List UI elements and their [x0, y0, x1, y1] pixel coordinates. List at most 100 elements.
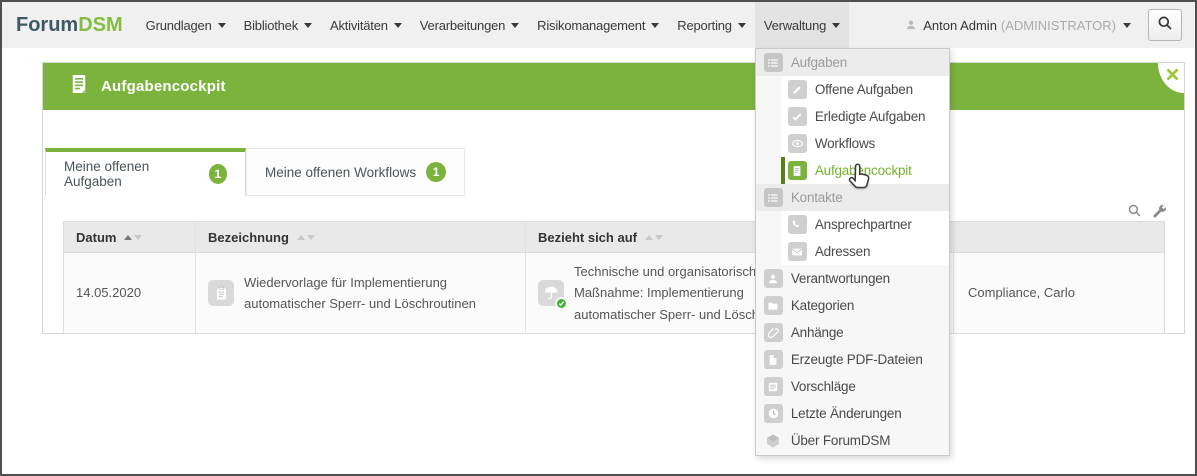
menu-item-kategorien[interactable]: Kategorien: [756, 292, 949, 319]
menu-item-offene-aufgaben[interactable]: Offene Aufgaben: [781, 76, 949, 103]
column-header-label: Datum: [76, 230, 116, 245]
menu-item-ueber-forumdsm[interactable]: Über ForumDSM: [756, 427, 949, 454]
top-navbar: ForumDSM Grundlagen Bibliothek Aktivität…: [2, 2, 1195, 48]
nav-label: Verarbeitungen: [420, 18, 505, 33]
menu-sub-kontakte: Ansprechpartner Adressen: [781, 211, 949, 265]
menu-item-label: Verantwortungen: [791, 271, 890, 286]
tab-bar: Meine offenen Aufgaben 1 Meine offenen W…: [45, 148, 465, 196]
menu-item-anhaenge[interactable]: Anhänge: [756, 319, 949, 346]
check-badge-icon: [555, 297, 568, 310]
tab-count-badge: 1: [426, 162, 446, 182]
sort-icons: [124, 235, 142, 240]
menu-item-letzte-aenderungen[interactable]: Letzte Änderungen: [756, 400, 949, 427]
measure-umbrella-icon: [538, 280, 564, 306]
nav-label: Aktivitäten: [330, 18, 388, 33]
menu-item-erzeugte-pdf-dateien[interactable]: Erzeugte PDF-Dateien: [756, 346, 949, 373]
menu-section-label: Kontakte: [791, 190, 843, 205]
menu-item-workflows[interactable]: Workflows: [781, 130, 949, 157]
tab-label: Meine offenen Workflows: [265, 165, 416, 180]
chevron-down-icon: [304, 23, 312, 28]
nav-item-reporting[interactable]: Reporting: [668, 2, 755, 48]
search-button[interactable]: [1148, 9, 1182, 41]
list-icon: [764, 188, 783, 207]
column-header-label: Bezieht sich auf: [538, 230, 637, 245]
table-header-row: Datum Bezeichnung Bezieht sich auf: [64, 222, 1164, 252]
column-header-datum[interactable]: Datum: [64, 222, 196, 252]
tab-meine-offenen-workflows[interactable]: Meine offenen Workflows 1: [246, 148, 465, 196]
menu-item-label: Über ForumDSM: [791, 433, 890, 448]
bezeichnung-cell: Wiedervorlage für Implementierung automa…: [196, 253, 526, 333]
close-icon: [1166, 68, 1179, 81]
about-icon: [764, 431, 783, 450]
document-icon: [788, 161, 807, 180]
menu-item-label: Kategorien: [791, 298, 854, 313]
nav-item-verwaltung[interactable]: Verwaltung Aufgaben Offene Aufgaben Erle…: [755, 2, 849, 48]
menu-section-label: Aufgaben: [791, 55, 847, 70]
tab-meine-offenen-aufgaben[interactable]: Meine offenen Aufgaben 1: [45, 148, 246, 196]
nav-label: Reporting: [677, 18, 732, 33]
tab-count-badge: 1: [209, 164, 227, 184]
chevron-down-icon: [218, 23, 226, 28]
nav-item-verarbeitungen[interactable]: Verarbeitungen: [411, 2, 528, 48]
menu-item-label: Erledigte Aufgaben: [815, 109, 926, 124]
nav-label: Bibliothek: [244, 18, 298, 33]
menu-item-erledigte-aufgaben[interactable]: Erledigte Aufgaben: [781, 103, 949, 130]
folder-icon: [764, 296, 783, 315]
nav-label: Risikomanagement: [537, 18, 645, 33]
menu-item-ansprechpartner[interactable]: Ansprechpartner: [781, 211, 949, 238]
phone-icon: [788, 215, 807, 234]
logo-primary: Forum: [16, 14, 78, 36]
table-settings-wrench-icon[interactable]: [1151, 203, 1166, 218]
user-name: Anton Admin: [923, 18, 997, 33]
user-menu[interactable]: Anton Admin (ADMINISTRATOR): [905, 2, 1131, 48]
paperclip-icon: [764, 323, 783, 342]
column-header-label: Bezeichnung: [208, 230, 289, 245]
nav-item-risikomanagement[interactable]: Risikomanagement: [528, 2, 668, 48]
menu-item-adressen[interactable]: Adressen: [781, 238, 949, 265]
chevron-down-icon: [394, 23, 402, 28]
menu-item-label: Ansprechpartner: [815, 217, 912, 232]
user-icon: [905, 19, 917, 31]
menu-item-label: Offene Aufgaben: [815, 82, 913, 97]
chevron-down-icon: [1123, 23, 1131, 28]
list-icon: [764, 53, 783, 72]
tasks-table: Datum Bezeichnung Bezieht sich auf 14.05…: [63, 221, 1165, 334]
search-icon: [1157, 15, 1173, 36]
table-search-icon[interactable]: [1127, 203, 1142, 218]
column-header-bezeichnung[interactable]: Bezeichnung: [196, 222, 526, 252]
chevron-down-icon: [511, 23, 519, 28]
menu-item-verantwortungen[interactable]: Verantwortungen: [756, 265, 949, 292]
menu-item-label: Letzte Änderungen: [791, 406, 902, 421]
edit-icon: [788, 80, 807, 99]
table-row[interactable]: 14.05.2020 Wiedervorlage für Implementie…: [64, 252, 1164, 333]
app-logo[interactable]: ForumDSM: [16, 2, 123, 48]
table-toolbar: [1127, 203, 1166, 218]
sort-icons: [297, 235, 315, 240]
chevron-down-icon: [738, 23, 746, 28]
mail-icon: [788, 242, 807, 261]
menu-item-label: Vorschläge: [791, 379, 856, 394]
tab-label: Meine offenen Aufgaben: [64, 159, 199, 189]
responsible-cell: Compliance, Carlo: [954, 253, 1164, 333]
main-nav: Grundlagen Bibliothek Aktivitäten Verarb…: [137, 2, 849, 48]
datum-cell: 14.05.2020: [64, 253, 196, 333]
menu-item-label: Adressen: [815, 244, 870, 259]
nav-item-aktivitaeten[interactable]: Aktivitäten: [321, 2, 411, 48]
tasks-doc-icon: [69, 74, 89, 99]
pdf-icon: [764, 350, 783, 369]
proposals-icon: [764, 377, 783, 396]
close-button[interactable]: [1158, 63, 1184, 93]
cursor-pointer-icon: [844, 162, 874, 197]
check-icon: [788, 107, 807, 126]
user-role: (ADMINISTRATOR): [1001, 18, 1116, 33]
nav-label: Grundlagen: [146, 18, 212, 33]
menu-item-label: Workflows: [815, 136, 875, 151]
logo-secondary: DSM: [78, 14, 122, 36]
nav-label: Verwaltung: [764, 18, 826, 33]
nav-item-grundlagen[interactable]: Grundlagen: [137, 2, 235, 48]
chevron-down-icon: [832, 23, 840, 28]
sort-icons: [645, 235, 663, 240]
nav-item-bibliothek[interactable]: Bibliothek: [235, 2, 321, 48]
history-icon: [764, 404, 783, 423]
menu-item-vorschlaege[interactable]: Vorschläge: [756, 373, 949, 400]
